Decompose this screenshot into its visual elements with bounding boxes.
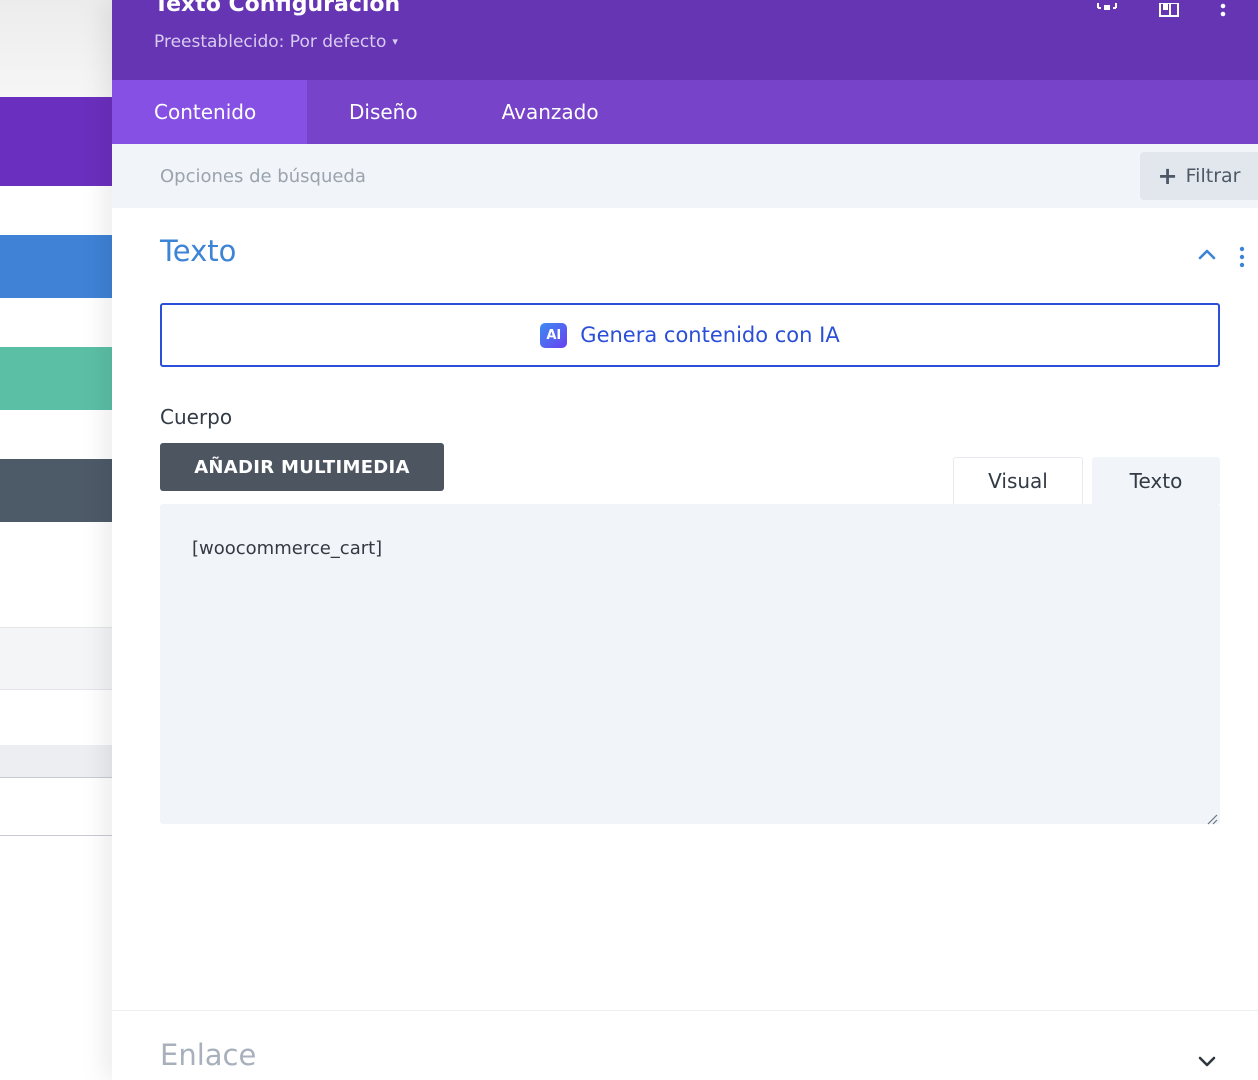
preset-selector[interactable]: Preestablecido: Por defecto ▾ [154, 32, 398, 52]
add-media-button[interactable]: AÑADIR MULTIMEDIA [160, 443, 444, 491]
ai-icon: AI [540, 322, 568, 348]
section-divider [112, 1010, 1258, 1011]
body-text-editor[interactable]: [woocommerce_cart] [160, 504, 1220, 824]
fullscreen-icon[interactable] [1096, 0, 1118, 20]
filter-button[interactable]: + Filtrar [1140, 152, 1258, 200]
editor-tab-text[interactable]: Texto [1092, 457, 1220, 504]
more-options-icon[interactable] [1212, 0, 1234, 20]
background-gray-block [0, 459, 112, 522]
body-field-label: Cuerpo [160, 405, 233, 429]
filter-label: Filtrar [1185, 165, 1241, 187]
background-row [0, 627, 112, 690]
layout-icon[interactable] [1158, 0, 1180, 20]
section-options-icon[interactable] [1235, 245, 1249, 269]
section-title-texto[interactable]: Texto [160, 234, 236, 268]
resize-handle-icon[interactable] [1206, 810, 1218, 825]
modal-tabs: Contenido Diseño Avanzado [112, 80, 1258, 144]
background-header-area [0, 0, 112, 97]
background-purple-block [0, 97, 112, 186]
options-search-bar: + Filtrar [112, 144, 1258, 208]
ai-button-label: Genera contenido con IA [580, 323, 840, 347]
generate-ai-content-button[interactable]: AI Genera contenido con IA [160, 303, 1220, 367]
editor-tab-visual[interactable]: Visual [953, 457, 1083, 504]
caret-down-icon: ▾ [392, 35, 398, 48]
chevron-up-icon[interactable] [1197, 246, 1217, 262]
settings-modal: Texto Configuración Preestablecido: Por … [112, 0, 1258, 1080]
plus-icon: + [1157, 162, 1178, 190]
modal-title: Texto Configuración [154, 0, 401, 17]
search-input[interactable] [142, 156, 1042, 196]
chevron-down-icon[interactable] [1197, 1053, 1217, 1069]
section-title-enlace[interactable]: Enlace [160, 1038, 256, 1072]
background-teal-block [0, 347, 112, 410]
background-page-strip [0, 0, 112, 1080]
background-divider [0, 835, 112, 836]
tab-contenido[interactable]: Contenido [112, 80, 307, 144]
preset-label: Preestablecido: Por defecto [154, 32, 387, 52]
tab-avanzado[interactable]: Avanzado [460, 80, 641, 144]
background-blue-block [0, 235, 112, 298]
modal-header: Texto Configuración Preestablecido: Por … [112, 0, 1258, 80]
tab-diseno[interactable]: Diseño [307, 80, 460, 144]
background-row [0, 745, 112, 778]
